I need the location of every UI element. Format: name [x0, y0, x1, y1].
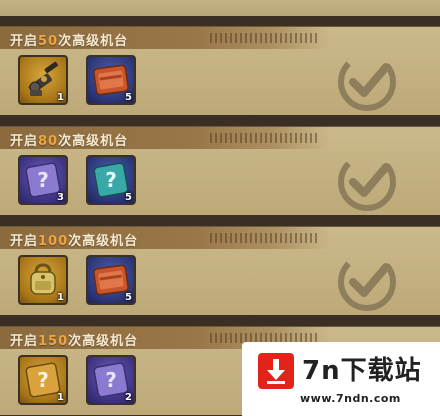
reward-item-slot[interactable]: 5 [86, 55, 136, 105]
reward-item-slot[interactable]: 1 [18, 255, 68, 305]
row-title: 开启150次高级机台 [10, 334, 139, 349]
download-logo-icon [258, 353, 294, 389]
item-quantity: 5 [125, 292, 132, 303]
reward-row: 开启80次高级机台 ? 3 ? 5 [0, 126, 440, 215]
svg-text:?: ? [37, 168, 49, 192]
item-quantity: 3 [57, 192, 64, 203]
reward-item-slot[interactable]: 1 [18, 55, 68, 105]
item-quantity: 5 [125, 192, 132, 203]
item-quantity: 1 [57, 392, 64, 403]
item-quantity: 5 [125, 92, 132, 103]
claimed-check-icon [338, 153, 396, 211]
reward-row: 开启50次高级机台 1 5 [0, 26, 440, 115]
svg-text:?: ? [37, 368, 49, 392]
row-title-number: 100 [38, 234, 69, 249]
svg-text:?: ? [105, 168, 117, 192]
row-title-number: 50 [38, 34, 59, 49]
reward-list: 1 1000 开启50次高级机台 1 5 [0, 0, 440, 416]
item-quantity: 2 [125, 392, 132, 403]
row-title-number: 80 [38, 134, 59, 149]
item-quantity: 1 [57, 92, 64, 103]
site-watermark: 7n下载站 www.7ndn.com [242, 342, 440, 416]
reward-item-slot[interactable]: ? 1 [18, 355, 68, 405]
watermark-title: 7n下载站 [302, 356, 422, 386]
row-title-number: 150 [38, 334, 69, 349]
reward-item-slot[interactable]: ? 2 [86, 355, 136, 405]
item-quantity: 1 [57, 292, 64, 303]
reward-row-partial: 1 1000 [0, 0, 440, 16]
reward-item-slot[interactable]: ? 5 [86, 155, 136, 205]
row-title: 开启100次高级机台 [10, 234, 139, 249]
reward-item-slot[interactable]: ? 3 [18, 155, 68, 205]
watermark-url: www.7ndn.com [300, 392, 401, 405]
svg-text:?: ? [105, 368, 117, 392]
reward-row: 开启100次高级机台 1 5 [0, 226, 440, 315]
row-title: 开启80次高级机台 [10, 134, 129, 149]
claimed-check-icon [338, 253, 396, 311]
reward-item-slot[interactable]: 5 [86, 255, 136, 305]
row-title: 开启50次高级机台 [10, 34, 129, 49]
claimed-check-icon [338, 53, 396, 111]
